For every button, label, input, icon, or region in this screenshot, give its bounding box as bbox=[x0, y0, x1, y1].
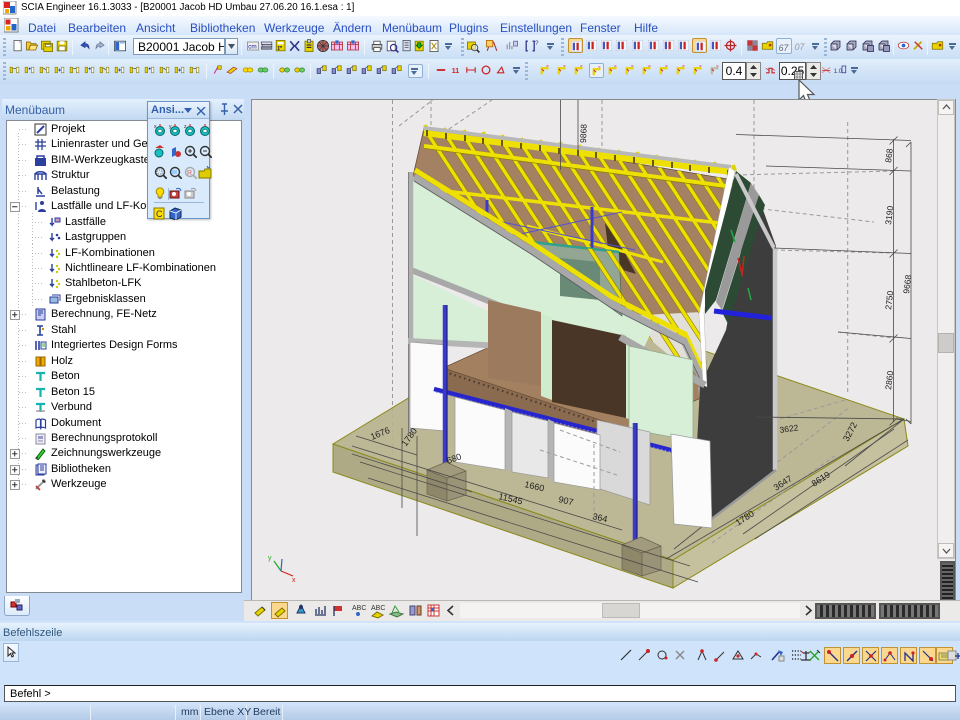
svg-text:868: 868 bbox=[883, 148, 895, 164]
svg-text:y: y bbox=[268, 555, 272, 562]
svg-text:07: 07 bbox=[795, 42, 806, 52]
svg-text:ABC: ABC bbox=[371, 605, 385, 612]
svg-text:C: C bbox=[156, 209, 163, 219]
svg-text:x: x bbox=[292, 577, 296, 584]
svg-text:11: 11 bbox=[452, 68, 460, 75]
svg-text:67: 67 bbox=[779, 43, 790, 53]
svg-text:1.0: 1.0 bbox=[834, 69, 843, 75]
svg-text:?: ? bbox=[535, 40, 539, 47]
svg-text:9868: 9868 bbox=[578, 124, 589, 144]
svg-text:9668: 9668 bbox=[901, 274, 913, 294]
svg-text:R: R bbox=[187, 170, 192, 177]
svg-text:ABC: ABC bbox=[352, 605, 366, 612]
svg-text:cm: cm bbox=[248, 43, 257, 50]
